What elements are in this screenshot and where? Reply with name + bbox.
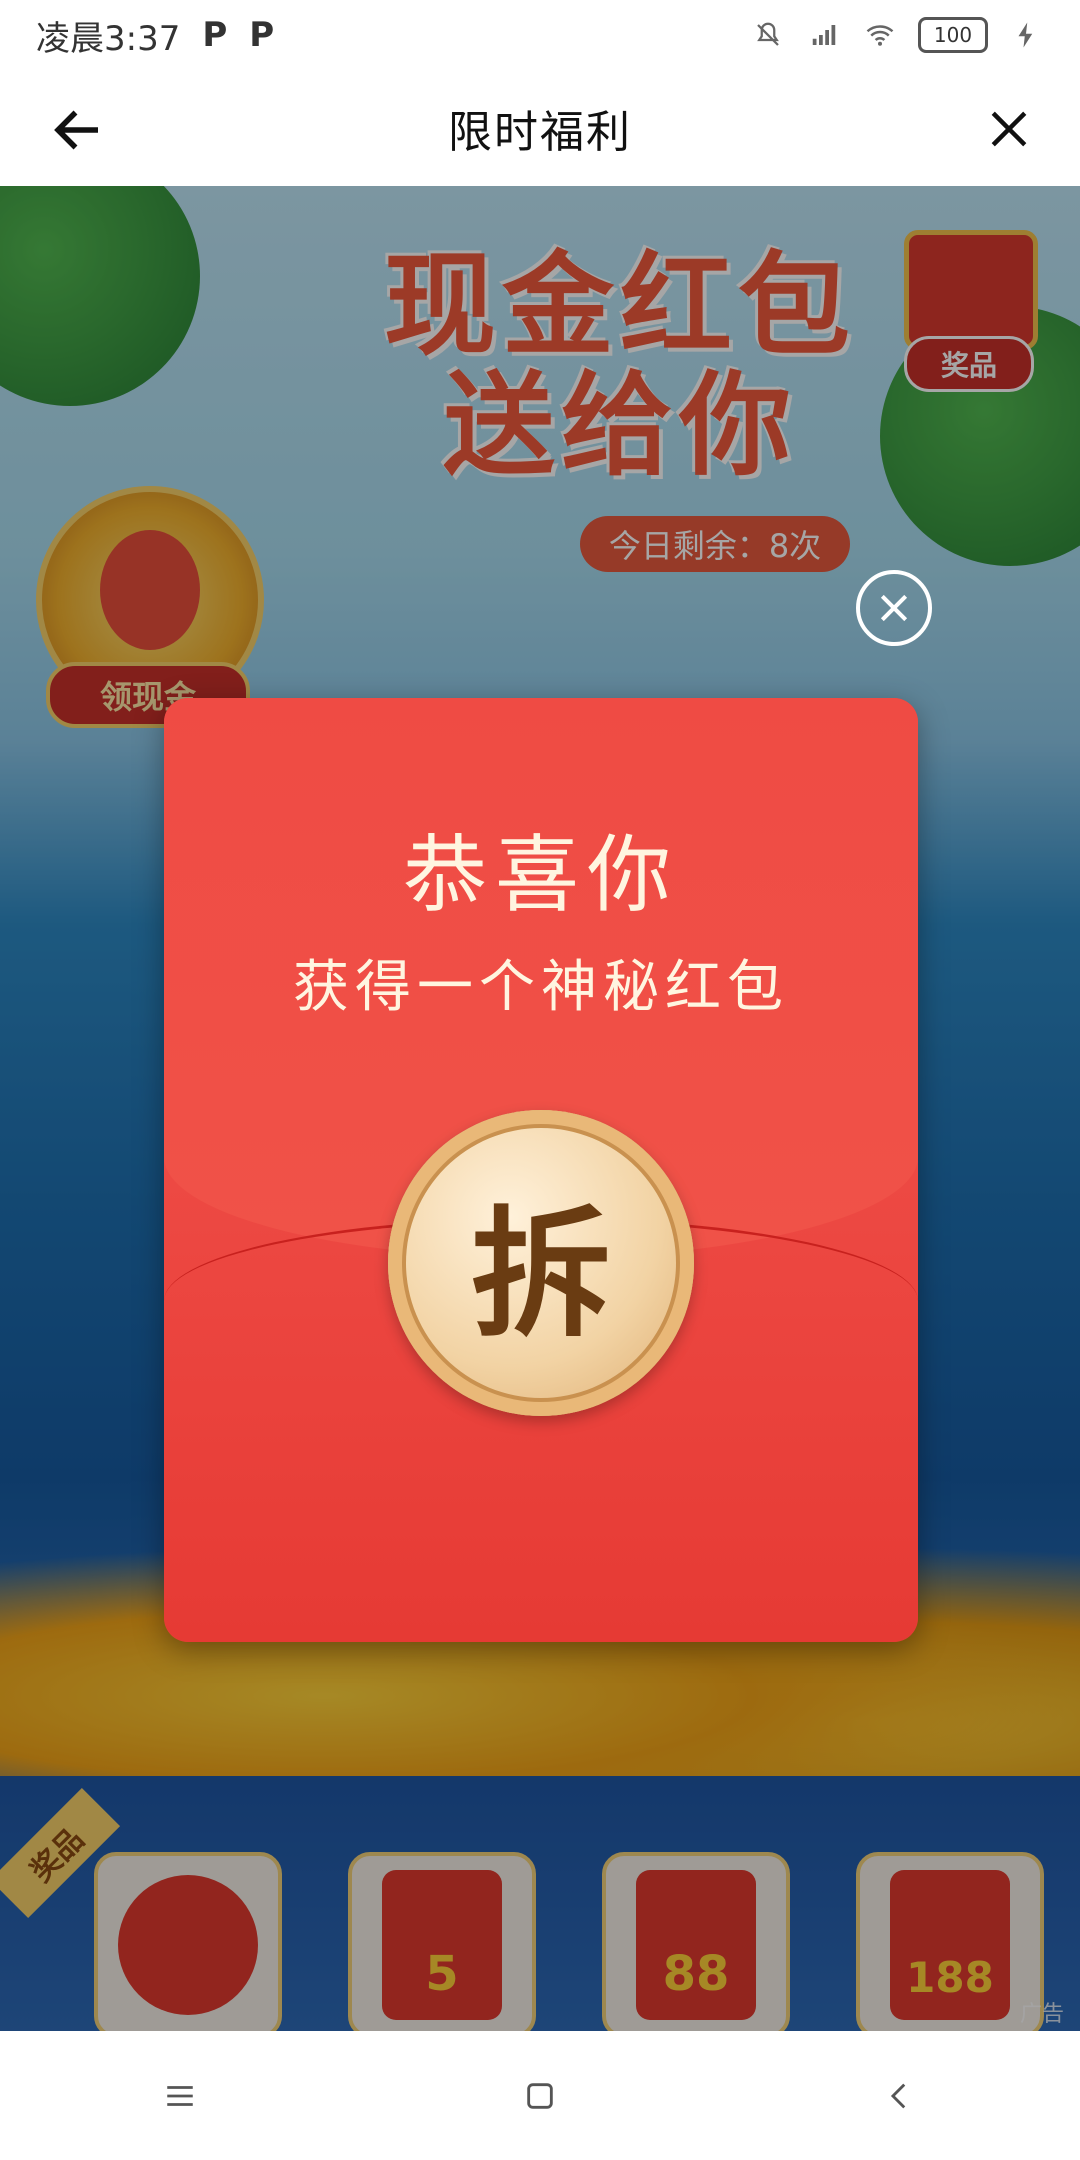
- page-title: 限时福利: [448, 107, 632, 158]
- back-arrow-icon[interactable]: [48, 100, 108, 160]
- notification-p-icon: P: [202, 15, 228, 55]
- status-time: 凌晨3:37: [36, 18, 181, 59]
- system-nav-bar: [0, 2031, 1080, 2160]
- close-icon[interactable]: [982, 102, 1036, 156]
- battery-indicator: 100: [918, 17, 988, 53]
- notification-p-icon: P: [249, 15, 275, 55]
- congrats-subtitle: 获得一个神秘红包: [293, 955, 789, 1020]
- red-envelope-dialog: 恭喜你 获得一个神秘红包 拆: [164, 698, 918, 1642]
- charging-icon: [1018, 22, 1033, 48]
- menu-icon: [167, 2085, 193, 2106]
- mute-bell-icon: [757, 22, 779, 46]
- congrats-title: 恭喜你: [402, 826, 679, 924]
- nav-home-button[interactable]: [510, 2066, 570, 2126]
- nav-back-icon: [890, 2083, 906, 2108]
- status-bar: 凌晨3:37 P P 100: [0, 0, 1080, 70]
- circle-close-icon: [880, 594, 908, 622]
- signal-icon: [812, 25, 836, 45]
- open-envelope-button[interactable]: 拆: [388, 1110, 694, 1416]
- wifi-icon: [866, 25, 894, 46]
- nav-menu-button[interactable]: [150, 2066, 210, 2126]
- nav-back-button[interactable]: [870, 2066, 930, 2126]
- title-bar: 限时福利: [0, 70, 1080, 186]
- dialog-close-button[interactable]: [856, 570, 932, 646]
- home-square-icon: [527, 2082, 553, 2109]
